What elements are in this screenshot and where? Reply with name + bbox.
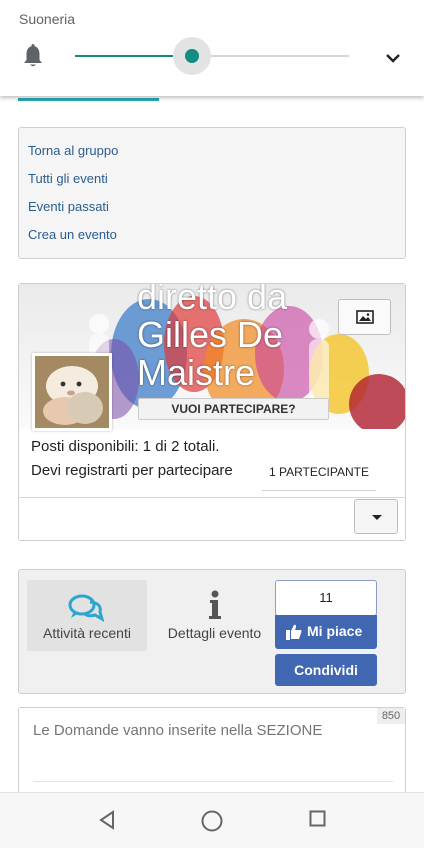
volume-panel: Suoneria [0,0,424,96]
link-all-events[interactable]: Tutti gli eventi [28,171,108,186]
available-seats: Posti disponibili: 1 di 2 totali. [31,438,220,455]
event-actions: Attività recenti Dettagli evento 11 Mi p… [18,569,406,694]
like-button[interactable]: Mi piace [275,615,377,649]
tab-event-details[interactable]: Dettagli evento [157,580,272,651]
change-cover-button[interactable] [338,299,391,335]
register-note: Devi registrarti per partecipare [31,462,233,479]
info-icon [209,590,221,619]
active-tab-indicator [18,98,159,101]
link-past-events[interactable]: Eventi passati [28,199,109,214]
back-icon[interactable] [98,810,116,830]
participants-count[interactable]: 1 PARTECIPANTE [262,459,376,491]
event-card: diretto da Gilles De Maistre VUOI PARTEC… [18,283,406,541]
share-button[interactable]: Condividi [275,654,377,686]
like-count: 11 [275,580,377,616]
system-navigation-bar [0,792,424,848]
tab-event-details-label: Dettagli evento [167,625,262,641]
like-button-label: Mi piace [307,623,363,639]
event-thumbnail [32,353,112,431]
volume-title: Suoneria [19,11,76,27]
cover-text-line-3: Maistre [137,352,256,393]
event-menu: Torna al gruppo Tutti gli eventi Eventi … [18,127,406,259]
volume-slider-thumb[interactable] [185,49,199,63]
link-create-event[interactable]: Crea un evento [28,227,117,242]
chevron-down-icon[interactable] [384,52,402,64]
caret-down-icon [372,515,382,520]
tab-recent-activity-label: Attività recenti [43,625,131,641]
link-back-to-group[interactable]: Torna al gruppo [28,143,118,158]
comments-icon [68,594,104,622]
thumbs-up-icon [286,624,302,640]
volume-slider[interactable] [75,55,349,57]
bell-icon[interactable] [22,44,44,68]
card-divider [19,497,405,498]
event-thumbnail-image [35,356,109,428]
recents-icon[interactable] [309,810,327,828]
options-dropdown-button[interactable] [354,499,398,534]
question-input[interactable] [33,722,393,782]
tab-recent-activity[interactable]: Attività recenti [27,580,147,651]
home-icon[interactable] [201,810,223,832]
join-event-button[interactable]: VUOI PARTECIPARE? [138,398,329,420]
image-icon [356,310,374,324]
